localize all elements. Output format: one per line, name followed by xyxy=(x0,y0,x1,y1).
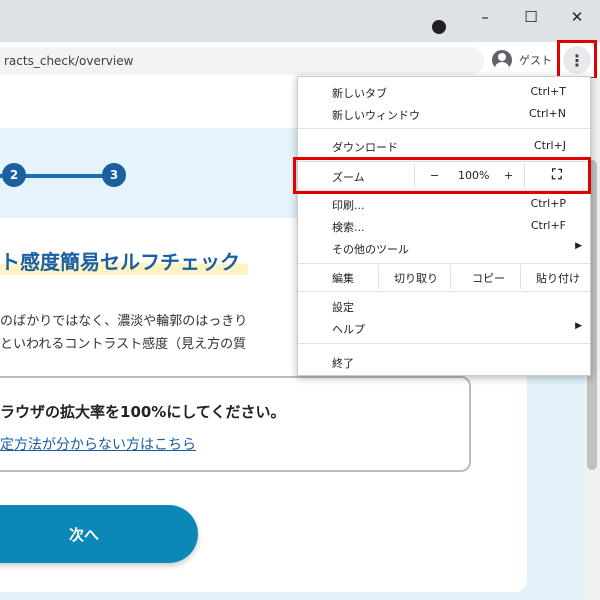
cut-button[interactable]: 切り取り xyxy=(394,270,438,286)
account-button[interactable]: ゲスト xyxy=(492,48,552,72)
menu-item-label: 新しいタブ xyxy=(332,87,387,100)
menu-shortcut: Ctrl+T xyxy=(530,85,566,98)
menu-shortcut: Ctrl+P xyxy=(530,197,566,210)
menu-item-print[interactable]: 印刷... Ctrl+P xyxy=(298,193,590,215)
menu-item-label: 終了 xyxy=(332,357,354,370)
menu-shortcut: Ctrl+F xyxy=(530,219,566,232)
step-3-indicator: 3 xyxy=(102,163,126,187)
title-bar: – ☐ ✕ xyxy=(0,0,600,42)
address-bar[interactable]: racts_check/overview xyxy=(0,47,484,75)
submenu-arrow-icon: ▶ xyxy=(575,321,582,331)
menu-item-label: 設定 xyxy=(332,301,354,314)
submenu-arrow-icon: ▶ xyxy=(575,241,582,251)
guest-avatar-icon xyxy=(492,50,512,70)
menu-separator xyxy=(298,291,590,292)
menu-item-new-tab[interactable]: 新しいタブ Ctrl+T xyxy=(298,81,590,103)
edit-divider xyxy=(378,265,379,289)
maximize-button[interactable]: ☐ xyxy=(516,6,546,28)
menu-item-exit[interactable]: 終了 xyxy=(298,351,590,373)
menu-separator xyxy=(298,263,590,264)
zoom-help-link[interactable]: 定方法が分からない方はこちら xyxy=(0,434,196,454)
description-line-1: のばかりではなく、濃淡や輪郭のはっきり xyxy=(0,314,248,329)
paste-button[interactable]: 貼り付け xyxy=(536,270,580,286)
menu-item-help[interactable]: ヘルプ ▶ xyxy=(298,317,590,339)
zoom-notice-box xyxy=(0,376,471,472)
zoom-row-highlight xyxy=(293,157,591,194)
menu-item-downloads[interactable]: ダウンロード Ctrl+J xyxy=(298,135,590,157)
copy-button[interactable]: コピー xyxy=(472,270,505,286)
browser-menu: 新しいタブ Ctrl+T 新しいウィンドウ Ctrl+N ダウンロード Ctrl… xyxy=(297,76,591,376)
close-button[interactable]: ✕ xyxy=(562,6,592,28)
menu-item-label: ヘルプ xyxy=(332,323,365,336)
menu-item-label: その他のツール xyxy=(332,243,409,256)
menu-shortcut: Ctrl+J xyxy=(533,139,566,152)
menu-item-label: 新しいウィンドウ xyxy=(332,109,420,122)
menu-edit-row: 編集 切り取り コピー 貼り付け xyxy=(298,265,590,289)
step-2-indicator: 2 xyxy=(2,163,26,187)
edit-divider xyxy=(520,265,521,289)
profile-indicator-icon[interactable] xyxy=(432,20,446,34)
menu-button-highlight xyxy=(557,40,597,80)
account-label: ゲスト xyxy=(519,54,552,67)
edit-divider xyxy=(450,265,451,289)
menu-item-settings[interactable]: 設定 xyxy=(298,295,590,317)
edit-label: 編集 xyxy=(332,272,354,285)
menu-item-label: ダウンロード xyxy=(332,141,398,154)
menu-item-new-window[interactable]: 新しいウィンドウ Ctrl+N xyxy=(298,103,590,125)
menu-separator xyxy=(298,343,590,344)
description-line-2: といわれるコントラスト感度（見え方の質 xyxy=(0,337,247,352)
zoom-notice-text: ラウザの拡大率を100%にしてください。 xyxy=(0,403,286,421)
menu-item-more-tools[interactable]: その他のツール ▶ xyxy=(298,237,590,259)
next-button[interactable]: 次へ xyxy=(0,505,198,563)
page-heading: ト感度簡易セルフチェック xyxy=(0,246,248,275)
menu-item-label: 印刷... xyxy=(332,199,365,212)
minimize-button[interactable]: – xyxy=(470,6,500,28)
menu-separator xyxy=(298,128,590,129)
description-text: のばかりではなく、濃淡や輪郭のはっきり といわれるコントラスト感度（見え方の質 xyxy=(0,310,247,356)
menu-item-label: 検索... xyxy=(332,221,365,234)
menu-item-find[interactable]: 検索... Ctrl+F xyxy=(298,215,590,237)
menu-shortcut: Ctrl+N xyxy=(528,107,566,120)
